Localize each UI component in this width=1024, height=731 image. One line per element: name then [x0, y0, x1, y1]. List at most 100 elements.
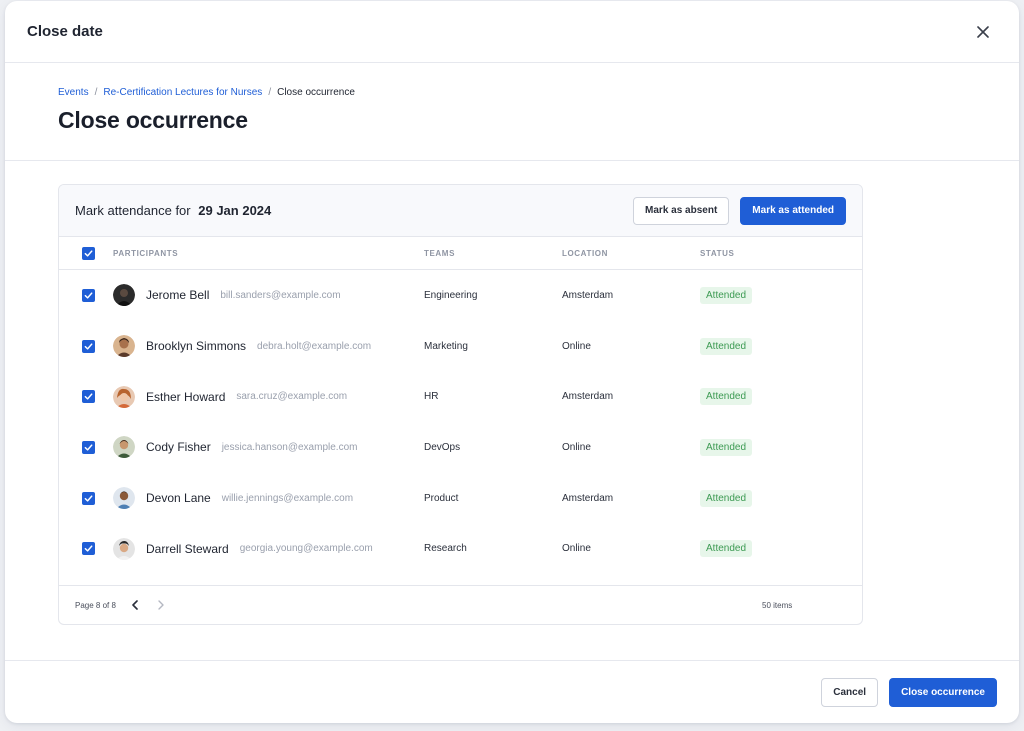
attendance-actions: Mark as absent Mark as attended	[633, 196, 846, 225]
status-cell: Attended	[700, 489, 850, 507]
check-icon	[84, 292, 93, 299]
attendance-label: Mark attendance for	[75, 203, 191, 218]
row-checkbox-cell	[59, 288, 113, 302]
participant-name: Brooklyn Simmons	[146, 339, 247, 354]
row-checkbox[interactable]	[82, 288, 95, 302]
participant-name: Darrell Steward	[146, 541, 229, 556]
modal-footer: Cancel Close occurrence	[5, 660, 1019, 723]
row-checkbox-cell	[59, 542, 113, 556]
status-badge: Attended	[700, 540, 753, 558]
breadcrumb-separator: /	[94, 87, 98, 98]
avatar	[113, 335, 135, 358]
team-cell: DevOps	[424, 441, 461, 453]
chevron-left-icon	[132, 600, 138, 610]
check-icon	[84, 444, 93, 451]
row-checkbox[interactable]	[82, 440, 95, 454]
breadcrumb-event-name[interactable]: Re-Certification Lectures for Nurses	[103, 87, 262, 98]
team-cell: Engineering	[424, 289, 478, 301]
row-checkbox-cell	[59, 339, 113, 353]
status-badge: Attended	[700, 286, 753, 304]
attendance-heading: Mark attendance for 29 Jan 2024	[75, 203, 271, 218]
mark-attended-button[interactable]: Mark as attended	[740, 196, 846, 225]
participant-cell: Jerome Bell bill.sanders@example.com	[113, 284, 424, 307]
row-checkbox[interactable]	[82, 491, 95, 505]
status-badge: Attended	[700, 388, 753, 406]
location-cell: Online	[562, 543, 591, 555]
header-teams: TEAMS	[424, 248, 455, 258]
participant-cell: Esther Howard sara.cruz@example.com	[113, 385, 424, 408]
items-count: 50 items	[762, 600, 793, 610]
breadcrumb-current: Close occurrence	[277, 87, 355, 98]
header-participants: PARTICIPANTS	[113, 248, 179, 258]
table-row: Jerome Bell bill.sanders@example.com Eng…	[59, 270, 862, 321]
participant-cell: Devon Lane willie.jennings@example.com	[113, 487, 424, 510]
close-occurrence-button[interactable]: Close occurrence	[889, 677, 997, 707]
avatar	[113, 487, 135, 510]
header-status: STATUS	[700, 248, 735, 258]
table-row: Cody Fisher jessica.hanson@example.com D…	[59, 422, 862, 473]
chevron-right-icon	[158, 600, 164, 610]
avatar	[113, 537, 135, 560]
row-checkbox-cell	[59, 390, 113, 404]
avatar	[113, 385, 135, 408]
avatar	[113, 436, 135, 459]
avatar	[113, 284, 135, 307]
participant-cell: Cody Fisher jessica.hanson@example.com	[113, 436, 424, 459]
page-header: Events / Re-Certification Lectures for N…	[5, 63, 1019, 161]
location-cell: Amsterdam	[562, 391, 614, 403]
table-row: Brooklyn Simmons debra.holt@example.com …	[59, 321, 862, 372]
modal-title: Close date	[27, 23, 103, 40]
row-checkbox[interactable]	[82, 542, 95, 556]
location-cell: Amsterdam	[562, 289, 614, 301]
row-checkbox-cell	[59, 491, 113, 505]
participant-cell: Brooklyn Simmons debra.holt@example.com	[113, 335, 424, 358]
table-row: Darrell Steward georgia.young@example.co…	[59, 523, 862, 574]
prev-page-button[interactable]	[128, 598, 142, 612]
participant-email: sara.cruz@example.com	[236, 391, 348, 403]
participant-cell: Darrell Steward georgia.young@example.co…	[113, 537, 424, 560]
pagination: Page 8 of 8	[75, 598, 168, 612]
status-cell: Attended	[700, 388, 850, 406]
team-cell: Research	[424, 543, 467, 555]
check-icon	[84, 545, 93, 552]
close-icon	[977, 25, 989, 38]
attendance-toolbar: Mark attendance for 29 Jan 2024 Mark as …	[59, 185, 862, 237]
table-row: Esther Howard sara.cruz@example.com HR A…	[59, 371, 862, 422]
select-all-checkbox[interactable]	[82, 246, 95, 260]
check-icon	[84, 393, 93, 400]
status-cell: Attended	[700, 438, 850, 456]
attendance-date: 29 Jan 2024	[198, 203, 272, 218]
row-checkbox-cell	[59, 440, 113, 454]
status-cell: Attended	[700, 540, 850, 558]
row-checkbox[interactable]	[82, 390, 95, 404]
mark-absent-button[interactable]: Mark as absent	[633, 196, 730, 225]
participant-name: Esther Howard	[146, 389, 226, 404]
table-row: Devon Lane willie.jennings@example.com P…	[59, 473, 862, 524]
status-badge: Attended	[700, 489, 753, 507]
attendance-card: Mark attendance for 29 Jan 2024 Mark as …	[58, 184, 863, 625]
participant-email: debra.holt@example.com	[257, 340, 372, 352]
next-page-button[interactable]	[154, 598, 168, 612]
check-icon	[84, 495, 93, 502]
participant-email: jessica.hanson@example.com	[221, 441, 358, 453]
participant-name: Jerome Bell	[146, 288, 210, 303]
status-badge: Attended	[700, 438, 753, 456]
cancel-button[interactable]: Cancel	[821, 677, 879, 707]
location-cell: Amsterdam	[562, 492, 614, 504]
participant-name: Devon Lane	[146, 491, 211, 506]
location-cell: Online	[562, 340, 591, 352]
status-badge: Attended	[700, 337, 753, 355]
breadcrumb-events[interactable]: Events	[58, 87, 89, 98]
table-body: Jerome Bell bill.sanders@example.com Eng…	[59, 270, 862, 574]
breadcrumb-separator: /	[268, 87, 272, 98]
close-date-modal: Close date Events / Re-Certification Lec…	[5, 1, 1019, 723]
close-button[interactable]	[969, 18, 997, 46]
page-title: Close occurrence	[58, 107, 248, 133]
check-icon	[84, 249, 93, 257]
row-checkbox[interactable]	[82, 339, 95, 353]
breadcrumb: Events / Re-Certification Lectures for N…	[58, 87, 966, 98]
team-cell: Marketing	[424, 340, 468, 352]
header-checkbox-cell	[59, 246, 113, 260]
page-label: Page 8 of 8	[75, 600, 116, 610]
header-location: LOCATION	[562, 248, 608, 258]
